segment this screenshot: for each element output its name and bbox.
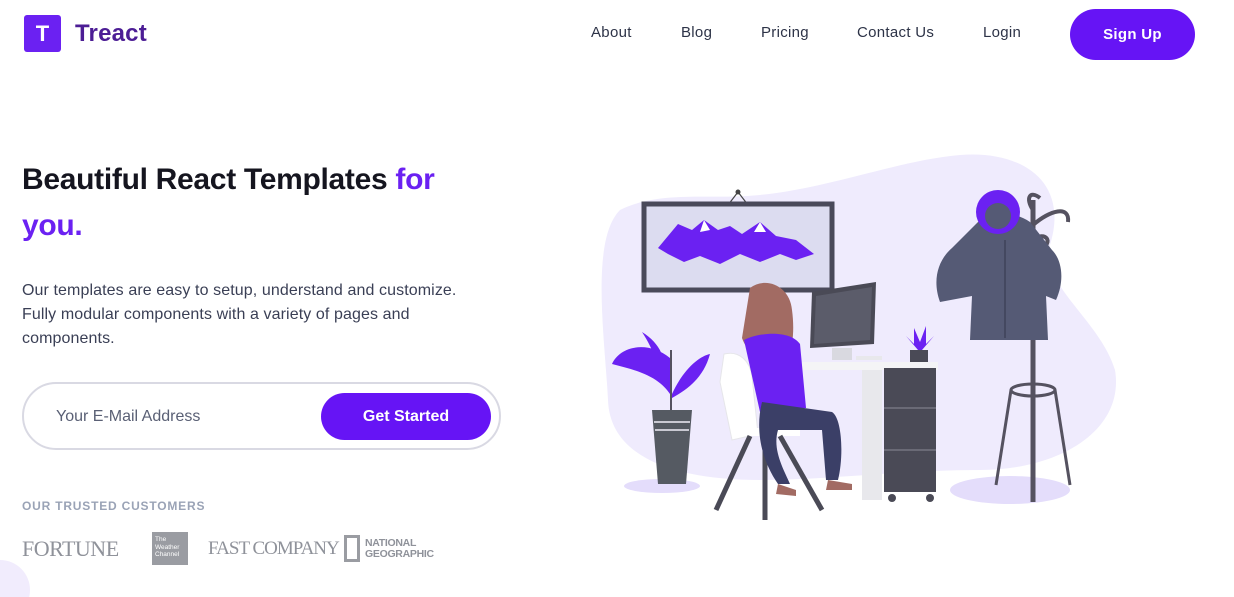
floor-shadow: [950, 476, 1070, 504]
person-at-desk-illustration: [601, 154, 1117, 520]
logo-icon: T: [24, 15, 61, 52]
logo[interactable]: T Treact: [24, 15, 147, 52]
weather-channel-logo: The Weather Channel: [152, 532, 188, 565]
hero-description: Our templates are easy to setup, underst…: [22, 282, 457, 347]
trusted-customers-title: OUR TRUSTED CUSTOMERS: [22, 499, 206, 513]
nav-blog[interactable]: Blog: [681, 24, 712, 41]
nav-login[interactable]: Login: [983, 24, 1021, 41]
email-input[interactable]: [56, 404, 326, 430]
logo-text: Treact: [75, 19, 147, 47]
desk-drawers: [884, 368, 936, 492]
hero-title-main: Beautiful React Templates: [22, 163, 396, 196]
fast-company-logo: FAST COMPANY: [208, 538, 340, 559]
nav-about[interactable]: About: [591, 24, 632, 41]
decorative-blob: [0, 560, 30, 597]
hero-title: Beautiful React Templates for you.: [22, 157, 482, 249]
nav-contact-us[interactable]: Contact Us: [857, 24, 934, 41]
get-started-button[interactable]: Get Started: [321, 393, 491, 440]
email-signup-form: Get Started: [22, 382, 501, 450]
natgeo-frame-icon: [344, 535, 360, 562]
natgeo-text: NATIONAL GEOGRAPHIC: [365, 536, 434, 560]
nav-pricing[interactable]: Pricing: [761, 24, 809, 41]
fortune-logo: FORTUNE: [22, 536, 119, 561]
national-geographic-logo: NATIONAL GEOGRAPHIC: [344, 535, 437, 562]
site-header: T Treact About Blog Pricing Contact Us L…: [0, 0, 1234, 70]
sign-up-button[interactable]: Sign Up: [1070, 9, 1195, 60]
